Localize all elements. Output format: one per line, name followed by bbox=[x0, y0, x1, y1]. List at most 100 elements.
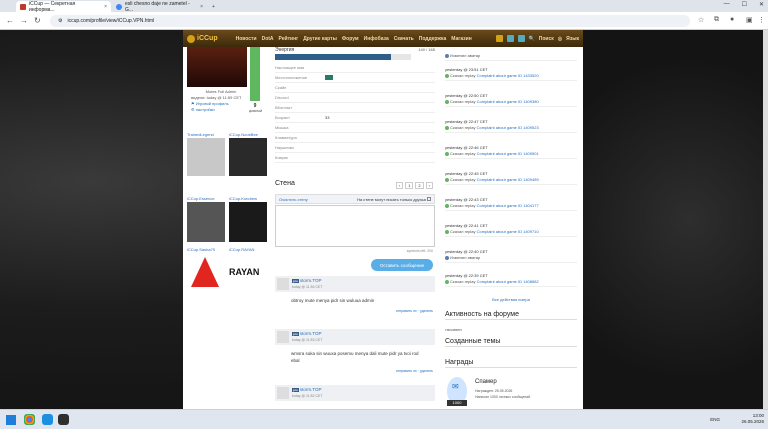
account-icon[interactable] bbox=[517, 35, 525, 42]
event-link[interactable]: Complaint about game ID 1409489 bbox=[477, 177, 539, 182]
avatar[interactable] bbox=[277, 278, 289, 290]
replay-download-icon bbox=[445, 73, 449, 78]
messages-icon[interactable] bbox=[506, 35, 514, 42]
wall-post: pro storm.TOP today @ 11:52 CET bbox=[275, 385, 435, 401]
friend-card[interactable]: iCCup.NoobBee bbox=[229, 132, 269, 176]
browser-tab-active[interactable]: iCCup — Секретная информа... × bbox=[16, 1, 111, 13]
friend-card[interactable]: iCCup.RAYAN RAYAN bbox=[229, 247, 269, 291]
url-bar[interactable]: ⚙ iccup.com/profile/view/iCCup.VPN.html bbox=[50, 15, 690, 27]
menu-item-support[interactable]: Поддержка bbox=[419, 36, 447, 42]
level-bar bbox=[250, 47, 260, 101]
event-link[interactable]: Complaint about game ID 1409501 bbox=[477, 151, 539, 156]
field-row: Мышка bbox=[275, 123, 435, 133]
post-author[interactable]: pro storm.TOP bbox=[292, 331, 322, 336]
avatar[interactable] bbox=[277, 331, 289, 343]
wall-message-input[interactable] bbox=[275, 205, 435, 247]
clear-wall-link[interactable]: Очистить стену bbox=[276, 197, 311, 202]
post-author[interactable]: pro storm.TOP bbox=[292, 387, 322, 392]
post-actions[interactable]: отправить пс · удалить bbox=[275, 309, 435, 313]
forward-icon[interactable]: → bbox=[20, 16, 28, 25]
bookmark-star-icon[interactable]: ☆ bbox=[698, 16, 704, 24]
site-logo[interactable]: iCCup bbox=[187, 34, 218, 43]
event-link[interactable]: Complaint about game ID 1404177 bbox=[477, 203, 539, 208]
extensions-icon[interactable]: ⧉ bbox=[714, 16, 719, 24]
post-header: pro storm.TOP today @ 11:53 CET bbox=[275, 329, 435, 345]
friends-only-checkbox[interactable] bbox=[427, 197, 431, 202]
google-favicon bbox=[116, 3, 122, 10]
send-message-button[interactable]: Оставить сообщение bbox=[371, 259, 433, 271]
event-link[interactable]: Complaint about game ID 1409380 bbox=[477, 99, 539, 104]
app-icon[interactable] bbox=[58, 414, 69, 425]
friend-card[interactable]: iCCup.Sasha79 bbox=[187, 247, 227, 291]
back-icon[interactable]: ← bbox=[6, 16, 14, 25]
language-link[interactable]: Язык bbox=[566, 36, 579, 42]
keyboard-language[interactable]: ENG bbox=[710, 417, 720, 422]
event-link[interactable]: Complaint about game ID 1409710 bbox=[477, 229, 539, 234]
event-link[interactable]: Complaint about game ID 1433520 bbox=[477, 73, 539, 78]
globe-icon[interactable]: ◎ bbox=[558, 36, 562, 42]
avatar[interactable] bbox=[277, 387, 289, 399]
close-window-icon[interactable]: ✕ bbox=[759, 1, 764, 8]
menu-item-other-maps[interactable]: Другие карты bbox=[303, 36, 337, 42]
pager-next[interactable]: › bbox=[425, 182, 433, 189]
browser-tab[interactable]: esli chesno daje ne zametel - G... × bbox=[112, 1, 207, 13]
energy-bar-fill bbox=[275, 54, 391, 60]
edge-icon[interactable] bbox=[42, 414, 53, 425]
event-item: yesterday @ 22:40 CET Изменил аватар bbox=[445, 249, 577, 263]
event-item: yesterday @ 22:50 CET Скачал replay Compl… bbox=[445, 93, 577, 107]
close-tab-icon[interactable]: × bbox=[200, 4, 203, 10]
friend-avatar: RAYAN bbox=[229, 253, 267, 291]
friend-card[interactable]: iCCup.Essence bbox=[187, 196, 227, 242]
menu-item-dota[interactable]: DotA bbox=[262, 36, 274, 42]
profile-info: Mutes Full Admin видели: today @ 11:59 C… bbox=[191, 89, 251, 113]
profile-icon[interactable]: ● bbox=[730, 16, 734, 23]
maximize-icon[interactable]: ☐ bbox=[742, 1, 747, 8]
event-item: yesterday @ 22:47 CET Скачал replay Compl… bbox=[445, 119, 577, 133]
page-scrollbar[interactable] bbox=[763, 30, 768, 409]
wall-pager: ‹ 1 2 › bbox=[395, 182, 433, 189]
award-badge-icon: ✉ 1000 bbox=[447, 377, 467, 406]
forum-activity-status: тассивен bbox=[445, 327, 462, 332]
replay-download-icon bbox=[445, 99, 449, 104]
windows-start-icon[interactable] bbox=[6, 415, 16, 425]
search-icon[interactable]: 🔍 bbox=[529, 36, 535, 42]
reload-icon[interactable]: ↻ bbox=[34, 16, 41, 25]
pager-page[interactable]: 1 bbox=[405, 182, 414, 189]
post-date: today @ 11:52 CET bbox=[292, 394, 323, 398]
friend-avatar bbox=[229, 138, 267, 176]
energy-block: Энергия 140 / 165 bbox=[275, 47, 437, 60]
sidepanel-icon[interactable]: ▣ bbox=[746, 16, 753, 24]
pager-page[interactable]: 2 bbox=[415, 182, 424, 189]
post-actions[interactable]: отправить пс · удалить bbox=[275, 369, 435, 373]
field-row: Discord bbox=[275, 93, 435, 103]
settings-link[interactable]: ⚙ настройки bbox=[191, 107, 251, 113]
event-link[interactable]: Complaint about game ID 1408882 bbox=[477, 279, 539, 284]
field-row: Клавиатура bbox=[275, 133, 435, 143]
field-row: Коврик bbox=[275, 153, 435, 163]
friend-card[interactable]: TrainedLegend bbox=[187, 132, 227, 176]
menu-item-infobase[interactable]: Инфобаза bbox=[364, 36, 389, 42]
search-link[interactable]: Поиск bbox=[539, 36, 554, 42]
menu-icon[interactable]: ⋮ bbox=[758, 16, 765, 24]
site-info-icon[interactable]: ⚙ bbox=[58, 18, 62, 24]
clock[interactable]: 13:00 26.05.2026 bbox=[741, 413, 764, 425]
post-author[interactable]: pro storm.TOP bbox=[292, 278, 322, 283]
all-actions-link[interactable]: Все действия юзера bbox=[445, 297, 577, 302]
close-tab-icon[interactable]: × bbox=[104, 4, 107, 10]
minimize-icon[interactable]: — bbox=[724, 1, 730, 8]
post-text: obtroy mute menya pidr sin wuluua admin bbox=[291, 298, 375, 303]
menu-item-shop[interactable]: Магазин bbox=[451, 36, 472, 42]
menu-item-forum[interactable]: Форум bbox=[342, 36, 359, 42]
chrome-icon[interactable] bbox=[24, 414, 35, 425]
new-tab-icon[interactable]: + bbox=[208, 1, 219, 12]
menu-item-download[interactable]: Скачать bbox=[394, 36, 414, 42]
wall-post: pro storm.TOP today @ 11:53 CET wmsra suk… bbox=[275, 329, 435, 373]
site-header: iCCup Новости DotA Рейтинг Другие карты … bbox=[183, 30, 583, 47]
menu-item-rating[interactable]: Рейтинг bbox=[279, 36, 299, 42]
friend-card[interactable]: iCCup.Kondrew bbox=[229, 196, 269, 242]
event-link[interactable]: Complaint about game ID 1409523 bbox=[477, 125, 539, 130]
notifications-icon[interactable] bbox=[495, 35, 503, 42]
post-date: today @ 11:53 CET bbox=[292, 338, 323, 342]
menu-item-news[interactable]: Новости bbox=[236, 36, 257, 42]
pager-prev[interactable]: ‹ bbox=[395, 182, 404, 189]
